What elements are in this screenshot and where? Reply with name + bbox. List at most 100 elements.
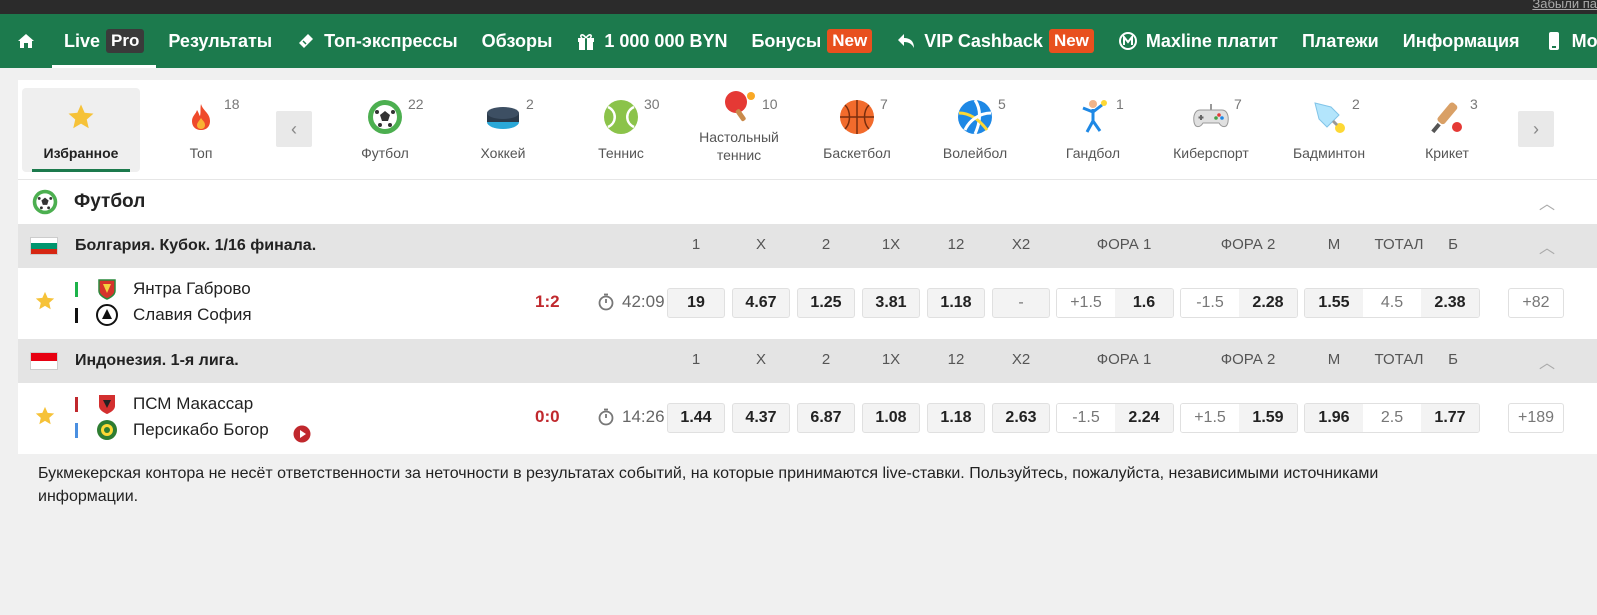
nav-top-express[interactable]: Топ-экспрессы xyxy=(284,14,469,68)
handicap-value: +1.5 xyxy=(1057,289,1115,317)
sport-count: 2 xyxy=(526,96,534,112)
nav-results-label: Результаты xyxy=(168,30,273,51)
odd-1[interactable]: 19 xyxy=(667,288,725,318)
col-header-1x: 1X xyxy=(881,351,901,368)
odd-2[interactable]: 6.87 xyxy=(797,403,855,433)
col-header-12: 12 xyxy=(947,351,965,368)
odd-2[interactable]: 1.25 xyxy=(797,288,855,318)
odd-total[interactable]: 1.55 4.5 2.38 xyxy=(1304,288,1480,318)
odd-1[interactable]: 1.44 xyxy=(667,403,725,433)
league-header[interactable]: Индонезия. 1-я лига. 1 X 2 1X 12 X2 ФОРА… xyxy=(18,339,1597,383)
more-markets-button[interactable]: +82 xyxy=(1508,288,1564,318)
odd-handicap1[interactable]: -1.5 2.24 xyxy=(1056,403,1174,433)
sport-badminton[interactable]: 2 Бадминтон xyxy=(1270,88,1388,172)
odd-x[interactable]: 4.37 xyxy=(732,403,790,433)
odd-total[interactable]: 1.96 2.5 1.77 xyxy=(1304,403,1480,433)
sports-bar: Избранное 18 Топ ‹ 22 Футбол 2 Хоккей 30… xyxy=(18,80,1597,180)
new-badge: New xyxy=(827,29,873,53)
col-header-1: 1 xyxy=(691,236,701,253)
odd-handicap2[interactable]: -1.5 2.28 xyxy=(1180,288,1298,318)
nav-maxline-pays[interactable]: Maxline платит xyxy=(1106,14,1290,68)
nav-info[interactable]: Информация xyxy=(1391,14,1532,68)
sport-hockey[interactable]: 2 Хоккей xyxy=(444,88,562,172)
favorite-star-icon[interactable] xyxy=(34,405,56,427)
pro-badge: Pro xyxy=(106,29,145,53)
sport-handball[interactable]: 1 Гандбол xyxy=(1034,88,1152,172)
sport-count: 7 xyxy=(1234,96,1242,112)
live-stream-play-icon[interactable] xyxy=(293,425,311,443)
odd-1x[interactable]: 1.08 xyxy=(862,403,920,433)
odd-1x[interactable]: 3.81 xyxy=(862,288,920,318)
col-header-1x: 1X xyxy=(881,236,901,253)
soccer-ball-icon xyxy=(366,98,404,136)
collapse-chevron-icon[interactable]: ︿ xyxy=(1539,190,1555,214)
chevron-left-icon: ‹ xyxy=(291,118,297,139)
collapse-chevron-icon[interactable]: ︿ xyxy=(1539,234,1555,258)
odd-x2[interactable]: 2.63 xyxy=(992,403,1050,433)
maxline-logo-icon xyxy=(1118,31,1138,51)
scroll-right-button[interactable]: › xyxy=(1518,111,1554,147)
nav-bonuses-label: Бонусы xyxy=(751,30,822,51)
col-header-x: X xyxy=(755,236,766,253)
sport-label: Крикет xyxy=(1425,145,1469,161)
fire-icon xyxy=(182,98,220,136)
sport-tennis[interactable]: 30 Теннис xyxy=(562,88,680,172)
forgot-password-link[interactable]: Забыли па xyxy=(1532,0,1597,11)
match-time: 42:09 xyxy=(622,292,665,311)
nav-mobile[interactable]: Mobile xyxy=(1532,14,1597,68)
nav-payments[interactable]: Платежи xyxy=(1290,14,1391,68)
main-nav: Live Pro Результаты Топ-экспрессы Обзоры… xyxy=(0,14,1597,68)
return-arrow-icon xyxy=(896,31,916,51)
sport-favorites[interactable]: Избранное xyxy=(22,88,140,172)
sport-top[interactable]: 18 Топ xyxy=(142,88,260,172)
home-button[interactable] xyxy=(0,14,52,68)
col-header-under: М xyxy=(1327,236,1341,253)
match-row[interactable]: ПСМ Макассар Персикабо Богор 0:0 14:26 1… xyxy=(18,383,1597,454)
cricket-bat-icon xyxy=(1428,98,1466,136)
collapse-chevron-icon[interactable]: ︿ xyxy=(1539,349,1555,373)
col-header-total: ТОТАЛ xyxy=(1374,236,1424,253)
odd-12[interactable]: 1.18 xyxy=(927,403,985,433)
sport-label: Футбол xyxy=(361,145,409,161)
nav-million[interactable]: 1 000 000 BYN xyxy=(564,14,739,68)
favorite-star-icon[interactable] xyxy=(34,290,56,312)
gamepad-icon xyxy=(1192,98,1230,136)
ticket-icon xyxy=(296,31,316,51)
odd-12[interactable]: 1.18 xyxy=(927,288,985,318)
sport-label: Теннис xyxy=(598,145,644,161)
sport-count: 18 xyxy=(224,96,240,112)
sport-label: Избранное xyxy=(43,145,119,161)
handicap-value: -1.5 xyxy=(1181,289,1239,317)
scroll-left-button[interactable]: ‹ xyxy=(276,111,312,147)
nav-vip-cashback[interactable]: VIP Cashback New xyxy=(884,14,1106,68)
sport-football[interactable]: 22 Футбол xyxy=(326,88,444,172)
sport-esports[interactable]: 7 Киберспорт xyxy=(1152,88,1270,172)
total-over-odd: 1.77 xyxy=(1421,404,1479,432)
odd-handicap1[interactable]: +1.5 1.6 xyxy=(1056,288,1174,318)
team-logo-icon xyxy=(96,419,118,441)
sport-table-tennis[interactable]: 10 Настольный теннис xyxy=(680,88,798,172)
match-row[interactable]: Янтра Габрово Славия София 1:2 42:09 19 … xyxy=(18,268,1597,339)
odd-x2[interactable]: - xyxy=(992,288,1050,318)
sport-cricket[interactable]: 3 Крикет xyxy=(1388,88,1506,172)
sport-basketball[interactable]: 7 Баскетбол xyxy=(798,88,916,172)
nav-bonuses[interactable]: Бонусы New xyxy=(739,14,884,68)
odd-handicap2[interactable]: +1.5 1.59 xyxy=(1180,403,1298,433)
more-markets-button[interactable]: +189 xyxy=(1508,403,1564,433)
nav-live-label: Live xyxy=(64,30,101,51)
phone-icon xyxy=(1544,31,1564,51)
star-icon xyxy=(62,98,100,136)
sport-section-header[interactable]: Футбол ︿ xyxy=(18,180,1597,224)
sport-volleyball[interactable]: 5 Волейбол xyxy=(916,88,1034,172)
league-header[interactable]: Болгария. Кубок. 1/16 финала. 1 X 2 1X 1… xyxy=(18,224,1597,268)
stopwatch-icon xyxy=(598,408,614,426)
team-name: Славия София xyxy=(133,305,252,324)
nav-live[interactable]: Live Pro xyxy=(52,14,157,68)
handicap-value: -1.5 xyxy=(1057,404,1115,432)
tennis-ball-icon xyxy=(602,98,640,136)
new-badge: New xyxy=(1048,29,1094,53)
nav-reviews[interactable]: Обзоры xyxy=(470,14,565,68)
nav-results[interactable]: Результаты xyxy=(156,14,284,68)
handicap-odd: 1.59 xyxy=(1239,404,1297,432)
odd-x[interactable]: 4.67 xyxy=(732,288,790,318)
